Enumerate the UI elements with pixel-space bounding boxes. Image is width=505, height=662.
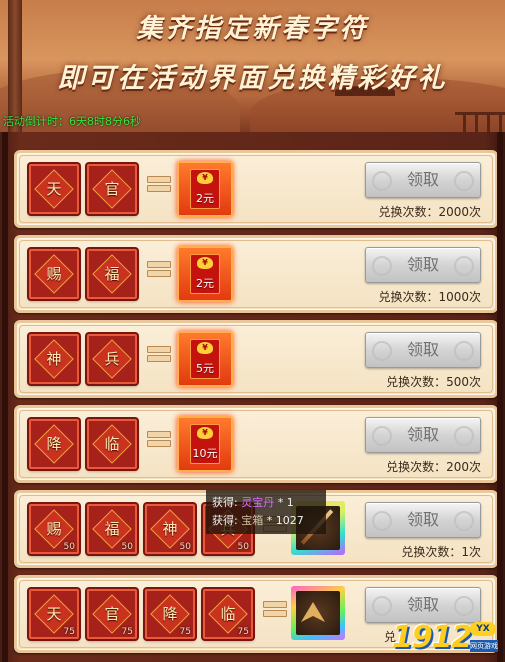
exchange-times: 兑换次数：500次 xyxy=(386,375,481,389)
equals-icon xyxy=(147,175,171,193)
tooltip-prefix: 获得: xyxy=(212,496,238,509)
required-count: 75 xyxy=(121,627,133,637)
exchange-row: 降 临 ¥10元 领取兑换次数：200次 xyxy=(14,405,498,483)
red-envelope-icon[interactable]: ¥5元 xyxy=(177,331,233,387)
character-glyph: 官 xyxy=(104,180,120,198)
yuan-coin-icon: ¥ xyxy=(197,172,213,184)
event-countdown: 活动倒计时：6天8时8分6秒 xyxy=(3,115,141,128)
banner-title-line2: 即可在活动界面兑换精彩好礼 xyxy=(57,63,448,94)
exchange-row: 赐 福 ¥2元 领取兑换次数：1000次 xyxy=(14,235,498,313)
character-card[interactable]: 官 75 xyxy=(87,589,137,639)
winged-armor-icon[interactable] xyxy=(291,586,345,640)
character-card[interactable]: 官 xyxy=(87,164,137,214)
reward-amount: 5元 xyxy=(196,362,214,375)
reward-amount: 2元 xyxy=(196,277,214,290)
event-banner: 集齐指定新春字符 即可在活动界面兑换精彩好礼 活动倒计时：6天8时8分6秒 xyxy=(0,0,505,132)
reward-tooltip: 获得: 灵宝丹 * 1 获得: 宝箱 * 1027 xyxy=(206,490,326,534)
equals-icon xyxy=(147,345,171,363)
required-count: 75 xyxy=(179,627,191,637)
exchange-times: 兑换次数：1000次 xyxy=(378,290,481,304)
character-glyph: 神 xyxy=(46,350,62,368)
character-glyph: 福 xyxy=(104,265,120,283)
character-card[interactable]: 兵 xyxy=(87,334,137,384)
claim-button[interactable]: 领取 xyxy=(365,587,481,623)
character-glyph: 赐 xyxy=(46,265,62,283)
claim-button[interactable]: 领取 xyxy=(365,332,481,368)
tooltip-item-name: 灵宝丹 xyxy=(241,496,275,509)
reward-amount: 10元 xyxy=(192,447,218,460)
tooltip-item-qty: * 1 xyxy=(277,496,294,509)
equals-icon xyxy=(263,600,287,618)
character-card[interactable]: 降 75 xyxy=(145,589,195,639)
banner-title-line1: 集齐指定新春字符 xyxy=(136,14,369,44)
claim-button[interactable]: 领取 xyxy=(365,247,481,283)
logo-subtitle: 网页游戏 xyxy=(470,640,498,652)
character-card[interactable]: 神 50 xyxy=(145,504,195,554)
exchange-times: 兑换次数：1次 xyxy=(401,545,481,559)
tooltip-item-qty: * 1027 xyxy=(266,514,304,527)
reward-amount: 2元 xyxy=(196,192,214,205)
claim-button[interactable]: 领取 xyxy=(365,417,481,453)
exchange-row: 神 兵 ¥5元 领取兑换次数：500次 xyxy=(14,320,498,398)
exchange-row: 天 官 ¥2元 领取兑换次数：2000次 xyxy=(14,150,498,228)
tooltip-prefix: 获得: xyxy=(212,514,238,527)
required-count: 75 xyxy=(237,627,249,637)
red-envelope-icon[interactable]: ¥10元 xyxy=(177,416,233,472)
character-glyph: 兵 xyxy=(104,350,120,368)
yuan-coin-icon: ¥ xyxy=(197,427,213,439)
character-glyph: 降 xyxy=(46,435,62,453)
railing-decoration xyxy=(455,112,505,132)
logo-number: 1912 xyxy=(392,620,472,655)
required-count: 50 xyxy=(179,542,191,552)
character-card[interactable]: 天 75 xyxy=(29,589,79,639)
equals-icon xyxy=(147,260,171,278)
site-logo: 1912 YX 网页游戏 xyxy=(392,620,500,660)
red-envelope-icon[interactable]: ¥2元 xyxy=(177,246,233,302)
yuan-coin-icon: ¥ xyxy=(197,342,213,354)
character-card[interactable]: 临 xyxy=(87,419,137,469)
exchange-list: 天官 ¥2元 领取 兑换次数：2000次赐福 ¥2元 领取 兑换次数：1000次神兵 ¥5元领… xyxy=(0,132,505,662)
character-card[interactable]: 临 75 xyxy=(203,589,253,639)
red-envelope-icon[interactable]: ¥2元 xyxy=(177,161,233,217)
exchange-times: 兑换次数：200次 xyxy=(386,460,481,474)
yuan-coin-icon: ¥ xyxy=(197,257,213,269)
character-card[interactable]: 福 xyxy=(87,249,137,299)
required-count: 75 xyxy=(63,627,75,637)
character-card[interactable]: 降 xyxy=(29,419,79,469)
claim-button[interactable]: 领取 xyxy=(365,502,481,538)
required-count: 50 xyxy=(121,542,133,552)
character-glyph: 临 xyxy=(104,435,120,453)
character-glyph: 天 xyxy=(46,180,62,198)
claim-button[interactable]: 领取 xyxy=(365,162,481,198)
character-card[interactable]: 天 xyxy=(29,164,79,214)
character-card[interactable]: 赐 xyxy=(29,249,79,299)
equals-icon xyxy=(147,430,171,448)
tooltip-item-name: 宝箱 xyxy=(241,514,264,527)
required-count: 50 xyxy=(237,542,249,552)
exchange-times: 兑换次数：2000次 xyxy=(378,205,481,219)
character-card[interactable]: 福 50 xyxy=(87,504,137,554)
character-card[interactable]: 赐 50 xyxy=(29,504,79,554)
logo-badge: YX xyxy=(470,622,496,636)
required-count: 50 xyxy=(63,542,75,552)
character-card[interactable]: 神 xyxy=(29,334,79,384)
